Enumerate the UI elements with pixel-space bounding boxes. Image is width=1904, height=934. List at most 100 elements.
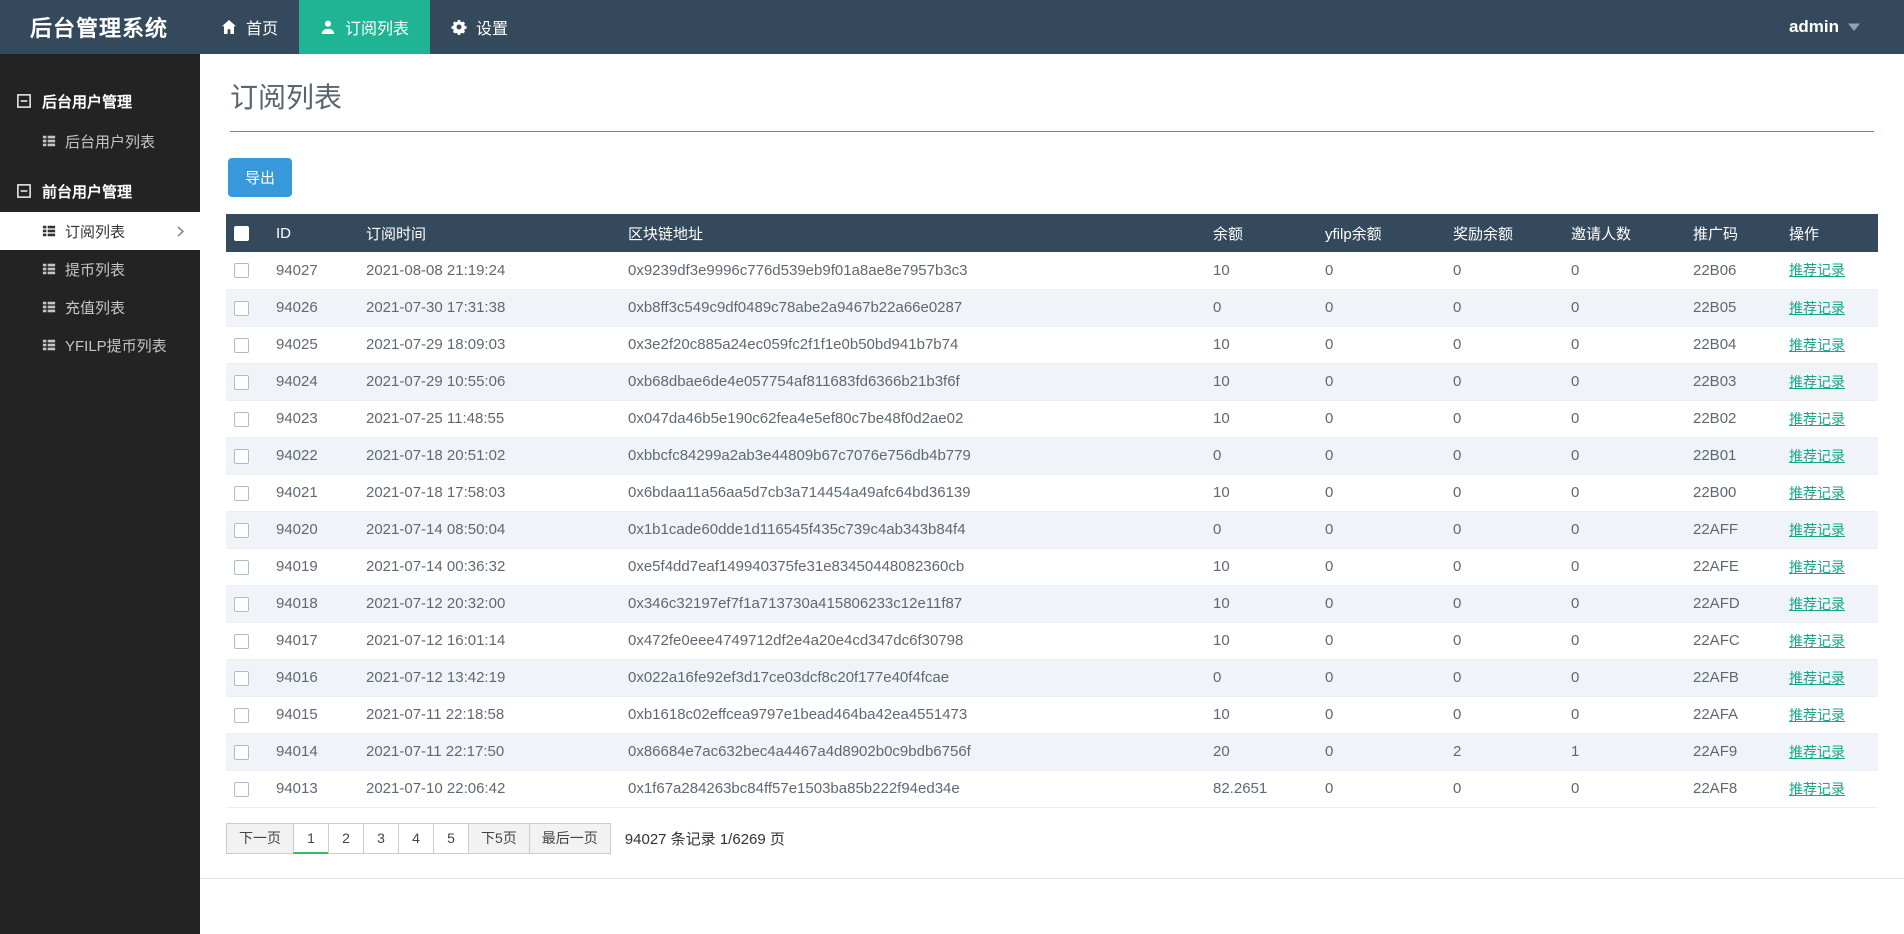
table-row: 940132021-07-10 22:06:420x1f67a284263bc8… [226,770,1878,807]
cell-blockchain-address: 0x047da46b5e190c62fea4e5ef80c7be48f0d2ae… [620,400,1205,437]
cell-invite-count: 0 [1563,585,1685,622]
cell-promo-code: 22AFE [1685,548,1781,585]
page-2-button[interactable]: 2 [328,823,364,854]
page-header: 订阅列表 [200,54,1904,116]
referral-records-link[interactable]: 推荐记录 [1789,522,1845,538]
row-checkbox[interactable] [234,634,249,649]
cell-actions: 推荐记录 [1781,437,1878,474]
row-checkbox[interactable] [234,375,249,390]
referral-records-link[interactable]: 推荐记录 [1789,337,1845,353]
cell-promo-code: 22B00 [1685,474,1781,511]
cell-promo-code: 22AFF [1685,511,1781,548]
cell-balance: 10 [1205,363,1317,400]
sidebar-item-recharge-list[interactable]: 充值列表 [0,288,200,326]
cell-promo-code: 22AFA [1685,696,1781,733]
sidebar-group-label: 前台用户管理 [42,181,132,202]
table-row: 940192021-07-14 00:36:320xe5f4dd7eaf1499… [226,548,1878,585]
page-1-button[interactable]: 1 [293,823,329,854]
cell-balance: 10 [1205,696,1317,733]
sidebar-item-yfilp-withdraw-list[interactable]: YFILP提币列表 [0,326,200,364]
nav-item-home[interactable]: 首页 [200,0,299,54]
sidebar-item-label: 订阅列表 [65,221,125,242]
cell-reward-balance: 0 [1445,326,1563,363]
referral-records-link[interactable]: 推荐记录 [1789,262,1845,278]
referral-records-link[interactable]: 推荐记录 [1789,781,1845,797]
row-checkbox[interactable] [234,523,249,538]
row-checkbox[interactable] [234,671,249,686]
pager-last-button[interactable]: 最后一页 [529,823,611,854]
sidebar-item-withdraw-list[interactable]: 提币列表 [0,250,200,288]
row-checkbox[interactable] [234,263,249,278]
row-checkbox[interactable] [234,412,249,427]
referral-records-link[interactable]: 推荐记录 [1789,744,1845,760]
cell-id: 94026 [268,289,358,326]
row-checkbox[interactable] [234,708,249,723]
cell-balance: 82.2651 [1205,770,1317,807]
referral-records-link[interactable]: 推荐记录 [1789,411,1845,427]
cell-blockchain-address: 0x1f67a284263bc84ff57e1503ba85b222f94ed3… [620,770,1205,807]
export-button[interactable]: 导出 [228,158,292,197]
cell-actions: 推荐记录 [1781,585,1878,622]
sidebar-group: 前台用户管理订阅列表提币列表充值列表YFILP提币列表 [0,170,200,364]
col-header-subscribe-time: 订阅时间 [358,214,620,252]
row-checkbox[interactable] [234,782,249,797]
cell-promo-code: 22AFC [1685,622,1781,659]
referral-records-link[interactable]: 推荐记录 [1789,485,1845,501]
cell-promo-code: 22B03 [1685,363,1781,400]
row-checkbox[interactable] [234,301,249,316]
select-all-checkbox[interactable] [234,226,249,241]
referral-records-link[interactable]: 推荐记录 [1789,448,1845,464]
row-checkbox[interactable] [234,597,249,612]
col-header-actions: 操作 [1781,214,1878,252]
page-4-button[interactable]: 4 [398,823,434,854]
row-checkbox[interactable] [234,560,249,575]
referral-records-link[interactable]: 推荐记录 [1789,596,1845,612]
page-5-button[interactable]: 5 [433,823,469,854]
cell-yfilp-balance: 0 [1317,474,1445,511]
col-header-invite-count: 邀请人数 [1563,214,1685,252]
user-menu[interactable]: admin [1789,0,1904,54]
sidebar-item-backend-user-list[interactable]: 后台用户列表 [0,122,200,160]
cell-reward-balance: 0 [1445,474,1563,511]
record-summary: 94027 条记录 1/6269 页 [625,828,785,849]
cell-balance: 10 [1205,400,1317,437]
row-select-cell [226,511,268,548]
cell-promo-code: 22AFB [1685,659,1781,696]
cell-subscribe-time: 2021-07-25 11:48:55 [358,400,620,437]
row-select-cell [226,696,268,733]
referral-records-link[interactable]: 推荐记录 [1789,633,1845,649]
sidebar-group-frontend-user-management[interactable]: 前台用户管理 [0,170,200,212]
cell-id: 94027 [268,252,358,289]
row-select-cell [226,659,268,696]
pager-next-5-button[interactable]: 下5页 [468,823,530,854]
table-wrap: ID订阅时间区块链地址余额yfilp余额奖励余额邀请人数推广码操作 940272… [200,197,1904,854]
table-row: 940242021-07-29 10:55:060xb68dbae6de4e05… [226,363,1878,400]
cell-invite-count: 0 [1563,363,1685,400]
referral-records-link[interactable]: 推荐记录 [1789,374,1845,390]
row-checkbox[interactable] [234,486,249,501]
referral-records-link[interactable]: 推荐记录 [1789,559,1845,575]
minus-square-icon [17,184,31,198]
pager-next-button[interactable]: 下一页 [226,823,294,854]
cell-actions: 推荐记录 [1781,548,1878,585]
referral-records-link[interactable]: 推荐记录 [1789,707,1845,723]
row-checkbox[interactable] [234,449,249,464]
sidebar-group-backend-user-management[interactable]: 后台用户管理 [0,80,200,122]
cell-balance: 10 [1205,585,1317,622]
referral-records-link[interactable]: 推荐记录 [1789,670,1845,686]
page-3-button[interactable]: 3 [363,823,399,854]
referral-records-link[interactable]: 推荐记录 [1789,300,1845,316]
nav-item-subscription-list[interactable]: 订阅列表 [299,0,430,54]
sidebar-item-label: 提币列表 [65,259,125,280]
row-select-cell [226,622,268,659]
cell-reward-balance: 0 [1445,770,1563,807]
nav-item-settings[interactable]: 设置 [430,0,529,54]
row-checkbox[interactable] [234,745,249,760]
cell-yfilp-balance: 0 [1317,622,1445,659]
row-checkbox[interactable] [234,338,249,353]
cell-actions: 推荐记录 [1781,326,1878,363]
caret-down-icon [1848,21,1860,33]
table-row: 940162021-07-12 13:42:190x022a16fe92ef3d… [226,659,1878,696]
cell-blockchain-address: 0x1b1cade60dde1d116545f435c739c4ab343b84… [620,511,1205,548]
sidebar-item-subscription-list[interactable]: 订阅列表 [0,212,200,250]
